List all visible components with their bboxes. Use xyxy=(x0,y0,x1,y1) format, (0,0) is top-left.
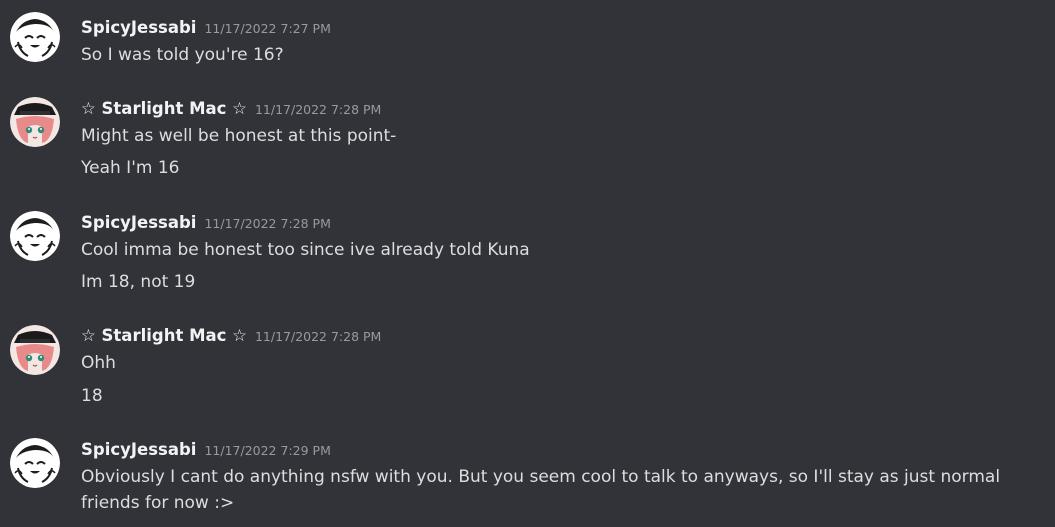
message-text: Obviously I cant do anything nsfw with y… xyxy=(81,467,1001,513)
pink-hair-hat-avatar-icon xyxy=(10,97,60,147)
timestamp[interactable]: 11/17/2022 7:28 PM xyxy=(255,329,381,344)
white-sketch-avatar-icon xyxy=(10,211,60,261)
username[interactable]: ☆ Starlight Mac ☆ xyxy=(81,99,247,118)
timestamp[interactable]: 11/17/2022 7:29 PM xyxy=(204,443,330,458)
username[interactable]: SpicyJessabi xyxy=(81,213,196,232)
message-header: SpicyJessabi 11/17/2022 7:27 PM xyxy=(81,18,331,39)
message-header: SpicyJessabi 11/17/2022 7:29 PM xyxy=(81,440,331,461)
timestamp[interactable]: 11/17/2022 7:27 PM xyxy=(204,21,330,36)
timestamp[interactable]: 11/17/2022 7:28 PM xyxy=(255,102,381,117)
message-text: Ohh xyxy=(81,353,116,373)
pink-hair-hat-avatar-icon xyxy=(10,325,60,375)
message-text: Might as well be honest at this point- xyxy=(81,126,397,146)
avatar-starlight-mac[interactable] xyxy=(10,97,60,147)
username[interactable]: SpicyJessabi xyxy=(81,440,196,459)
message-text: Yeah I'm 16 xyxy=(81,158,180,178)
avatar-spicyjessabi[interactable] xyxy=(10,438,60,488)
white-sketch-avatar-icon xyxy=(10,438,60,488)
avatar-spicyjessabi[interactable] xyxy=(10,12,60,62)
chat-message-list: SpicyJessabi 11/17/2022 7:27 PM So I was … xyxy=(0,0,1055,527)
message-text: So I was told you're 16? xyxy=(81,45,284,65)
message-text: 18 xyxy=(81,386,103,406)
message-header: SpicyJessabi 11/17/2022 7:28 PM xyxy=(81,213,331,234)
username[interactable]: ☆ Starlight Mac ☆ xyxy=(81,326,247,345)
message-header: ☆ Starlight Mac ☆ 11/17/2022 7:28 PM xyxy=(81,326,381,347)
avatar-starlight-mac[interactable] xyxy=(10,325,60,375)
message-text: Cool imma be honest too since ive alread… xyxy=(81,240,530,260)
timestamp[interactable]: 11/17/2022 7:28 PM xyxy=(204,216,330,231)
white-sketch-avatar-icon xyxy=(10,12,60,62)
username[interactable]: SpicyJessabi xyxy=(81,18,196,37)
avatar-spicyjessabi[interactable] xyxy=(10,211,60,261)
message-text: Im 18, not 19 xyxy=(81,272,196,292)
message-header: ☆ Starlight Mac ☆ 11/17/2022 7:28 PM xyxy=(81,99,381,120)
